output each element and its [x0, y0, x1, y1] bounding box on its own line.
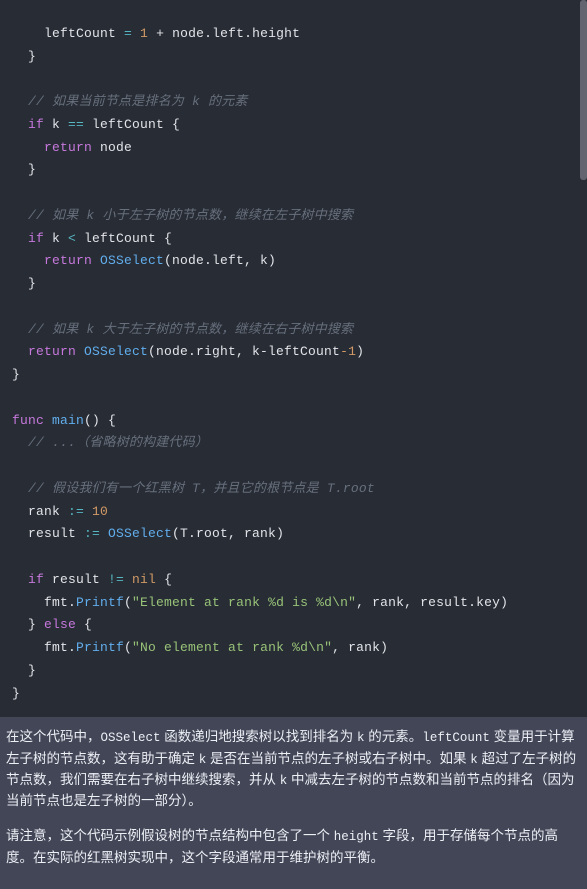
- code-line: rank := 10: [12, 504, 108, 519]
- code-line: leftCount = 1 + node.left.height: [12, 26, 300, 41]
- code-line: if k == leftCount {: [12, 117, 180, 132]
- code-line: }: [12, 367, 20, 382]
- code-line: fmt.Printf("Element at rank %d is %d\n",…: [12, 595, 508, 610]
- code-comment: // 如果 k 大于左子树的节点数，继续在右子树中搜索: [12, 322, 353, 337]
- code-line: if k < leftCount {: [12, 231, 172, 246]
- scrollbar[interactable]: [580, 0, 587, 180]
- code-line: return OSSelect(node.right, k-leftCount-…: [12, 344, 364, 359]
- inline-code: height: [334, 830, 379, 844]
- code-line: if result != nil {: [12, 572, 172, 587]
- code-line: } else {: [12, 617, 92, 632]
- inline-code: leftCount: [422, 731, 490, 745]
- code-line: }: [12, 162, 36, 177]
- code-line: return node: [12, 140, 132, 155]
- code-comment: // 如果 k 小于左子树的节点数，继续在左子树中搜索: [12, 208, 353, 223]
- code-comment: // 如果当前节点是排名为 k 的元素: [12, 94, 248, 109]
- paragraph: 请注意，这个代码示例假设树的节点结构中包含了一个 height 字段，用于存储每…: [6, 826, 581, 868]
- code-line: result := OSSelect(T.root, rank): [12, 526, 284, 541]
- code-line: return OSSelect(node.left, k): [12, 253, 276, 268]
- code-line: }: [12, 663, 36, 678]
- code-block: leftCount = 1 + node.left.height } // 如果…: [0, 0, 587, 717]
- code-line: func main() {: [12, 413, 116, 428]
- code-comment: // ...（省略树的构建代码）: [12, 435, 208, 450]
- explanation-text: 在这个代码中，OSSelect 函数递归地搜索树以找到排名为 k 的元素。lef…: [0, 717, 587, 888]
- inline-code: OSSelect: [101, 731, 161, 745]
- inline-code: k: [199, 753, 207, 767]
- code-line: fmt.Printf("No element at rank %d\n", ra…: [12, 640, 388, 655]
- code-comment: // 假设我们有一个红黑树 T，并且它的根节点是 T.root: [12, 481, 375, 496]
- code-line: }: [12, 686, 20, 701]
- inline-code: k: [470, 753, 478, 767]
- code-line: }: [12, 49, 36, 64]
- inline-code: k: [357, 731, 365, 745]
- paragraph: 在这个代码中，OSSelect 函数递归地搜索树以找到排名为 k 的元素。lef…: [6, 727, 581, 812]
- inline-code: k: [280, 774, 288, 788]
- code-line: }: [12, 276, 36, 291]
